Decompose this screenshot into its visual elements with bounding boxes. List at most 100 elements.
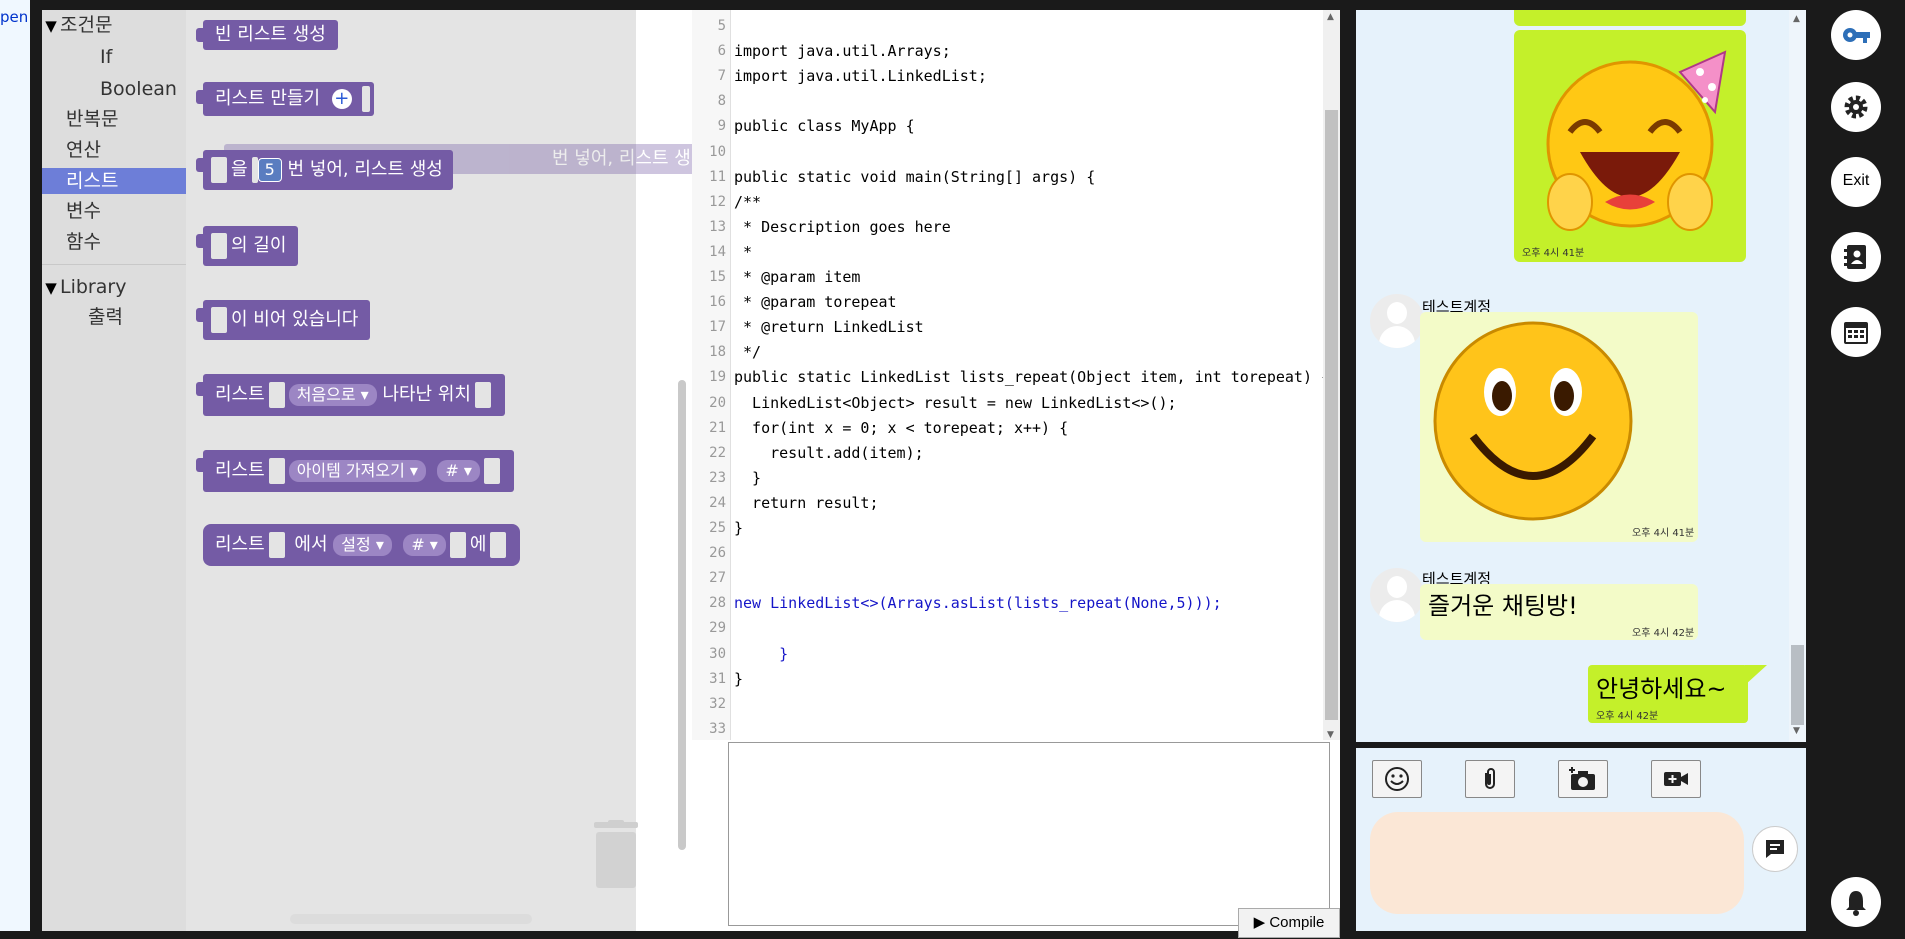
- code-line[interactable]: * @param torepeat: [734, 293, 897, 311]
- line-number: 27: [709, 570, 726, 587]
- message-time: 오후 4시 42분: [1596, 711, 1659, 722]
- settings-button[interactable]: [1831, 82, 1881, 132]
- chat-scrollbar-thumb[interactable]: [1791, 645, 1804, 725]
- block-repeat-list[interactable]: 을5 번 넣어, 리스트 생성: [196, 150, 453, 190]
- line-number: 5: [717, 18, 726, 34]
- chat-bubble-sticker-party: 오후 4시 41분: [1514, 30, 1746, 262]
- emoji-button[interactable]: [1372, 760, 1422, 798]
- block-list-length[interactable]: 의 길이: [196, 226, 299, 266]
- category-loops[interactable]: 반복문: [42, 106, 186, 132]
- video-icon: [1664, 772, 1688, 786]
- indexof-dropdown[interactable]: 처음으로 ▾: [288, 384, 377, 406]
- code-line[interactable]: }: [734, 670, 743, 688]
- code-line[interactable]: import java.util.Arrays;: [734, 42, 951, 60]
- getitem-dropdown[interactable]: 아이템 가져오기 ▾: [288, 460, 426, 482]
- category-boolean[interactable]: Boolean: [42, 76, 186, 102]
- camera-add-icon: [1569, 767, 1595, 790]
- avatar[interactable]: [1368, 292, 1426, 350]
- code-line[interactable]: return result;: [734, 494, 878, 512]
- bell-icon: [1846, 891, 1866, 916]
- code-line[interactable]: public static LinkedList lists_repeat(Ob…: [734, 368, 1330, 386]
- line-number: 21: [709, 419, 726, 436]
- block-list-getitem[interactable]: 리스트 아이템 가져오기 ▾ # ▾: [196, 450, 514, 492]
- block-make-list[interactable]: 리스트 만들기 +: [196, 82, 374, 116]
- block-empty-list[interactable]: 빈 리스트 생성: [196, 20, 338, 50]
- setitem-dropdown[interactable]: 설정 ▾: [333, 534, 392, 556]
- code-line[interactable]: public static void main(String[] args) {: [734, 168, 1095, 186]
- message-send-icon: [1766, 840, 1784, 858]
- line-number: 15: [709, 269, 726, 285]
- chat-scrollbar-track[interactable]: [1789, 10, 1806, 742]
- code-line[interactable]: /**: [734, 193, 761, 211]
- camera-button[interactable]: [1558, 760, 1608, 798]
- send-button[interactable]: [1752, 826, 1798, 872]
- category-conditionals[interactable]: ▼ 조건문: [42, 12, 186, 38]
- line-number: 6: [717, 43, 726, 60]
- repeat-count-field[interactable]: 5: [257, 158, 282, 182]
- key-button[interactable]: [1831, 10, 1881, 60]
- message-input[interactable]: [1370, 812, 1744, 914]
- scroll-up-arrow-icon[interactable]: ▲: [1327, 12, 1334, 22]
- notification-button[interactable]: [1831, 877, 1881, 927]
- code-line[interactable]: }: [734, 469, 761, 487]
- code-line[interactable]: */: [734, 343, 761, 361]
- expand-triangle-icon[interactable]: ▼: [42, 13, 60, 39]
- code-line[interactable]: }: [734, 645, 788, 663]
- contacts-button[interactable]: [1831, 232, 1881, 282]
- code-line[interactable]: * @param item: [734, 268, 860, 286]
- line-number: 10: [709, 143, 726, 160]
- block-list-is-empty[interactable]: 이 비어 있습니다: [196, 300, 371, 340]
- category-variables[interactable]: 변수: [42, 198, 186, 224]
- scroll-down-arrow-icon[interactable]: ▼: [1327, 730, 1334, 740]
- paperclip-icon: [1485, 768, 1495, 789]
- compile-button[interactable]: ▶ Compile: [1238, 908, 1340, 938]
- category-lists[interactable]: 리스트: [42, 168, 186, 194]
- add-item-icon[interactable]: +: [331, 89, 352, 109]
- category-output[interactable]: 출력: [42, 304, 186, 330]
- line-number: 33: [709, 720, 726, 737]
- expand-triangle-icon[interactable]: ▼: [42, 275, 60, 301]
- code-line[interactable]: result.add(item);: [734, 444, 924, 462]
- line-number: 24: [709, 494, 726, 511]
- code-line[interactable]: import java.util.LinkedList;: [734, 67, 987, 85]
- code-line[interactable]: * Description goes here: [734, 218, 951, 236]
- block-list-setitem[interactable]: 리스트 에서 설정 ▾ # ▾ 에: [203, 524, 521, 566]
- code-line[interactable]: }: [734, 519, 743, 537]
- block-list-indexof[interactable]: 리스트 처음으로 ▾ 나타난 위치: [196, 374, 505, 416]
- left-strip-text[interactable]: pen: [0, 8, 28, 26]
- attach-button[interactable]: [1465, 760, 1515, 798]
- setitem-position-dropdown[interactable]: # ▾: [403, 534, 446, 556]
- contacts-icon: [1844, 245, 1866, 269]
- calendar-button[interactable]: [1831, 307, 1881, 357]
- line-number: 25: [709, 520, 726, 536]
- avatar[interactable]: [1368, 566, 1426, 624]
- party-emoji-sticker: [1546, 50, 1727, 231]
- code-line[interactable]: new LinkedList<>(Arrays.asList(lists_rep…: [734, 594, 1222, 612]
- flyout-horizontal-scrollbar[interactable]: [290, 914, 532, 924]
- code-line[interactable]: LinkedList<Object> result = new LinkedLi…: [734, 394, 1176, 412]
- emoji-icon: [1385, 767, 1409, 791]
- chat-bubble-sticker-smile: 오후 4시 41분: [1420, 312, 1698, 542]
- code-line[interactable]: * @return LinkedList: [734, 318, 924, 336]
- category-if[interactable]: If: [42, 44, 186, 70]
- category-math[interactable]: 연산: [42, 137, 186, 163]
- category-functions[interactable]: 함수: [42, 229, 186, 255]
- line-number: 19: [709, 369, 726, 386]
- flyout-scrollbar[interactable]: [678, 380, 686, 850]
- code-line[interactable]: for(int x = 0; x < torepeat; x++) {: [734, 419, 1068, 437]
- chat-scroll-up-icon[interactable]: ▲: [1793, 14, 1800, 24]
- compile-output-area[interactable]: [728, 742, 1330, 926]
- code-line[interactable]: *: [734, 243, 752, 261]
- chat-bubble-text: 즐거운 채팅방! 오후 4시 42분: [1420, 584, 1698, 640]
- smiley-emoji-sticker: [1433, 321, 1633, 521]
- chat-scroll-down-icon[interactable]: ▼: [1793, 726, 1800, 736]
- exit-button[interactable]: Exit: [1831, 157, 1881, 207]
- getitem-position-dropdown[interactable]: # ▾: [437, 460, 480, 482]
- code-line[interactable]: public class MyApp {: [734, 117, 915, 135]
- trash-icon[interactable]: [592, 820, 640, 890]
- message-time: 오후 4시 41분: [1632, 528, 1695, 539]
- editor-scrollbar-thumb[interactable]: [1325, 110, 1338, 720]
- line-number: 20: [709, 394, 726, 411]
- category-library[interactable]: ▼ Library: [42, 274, 186, 300]
- video-button[interactable]: [1651, 760, 1701, 798]
